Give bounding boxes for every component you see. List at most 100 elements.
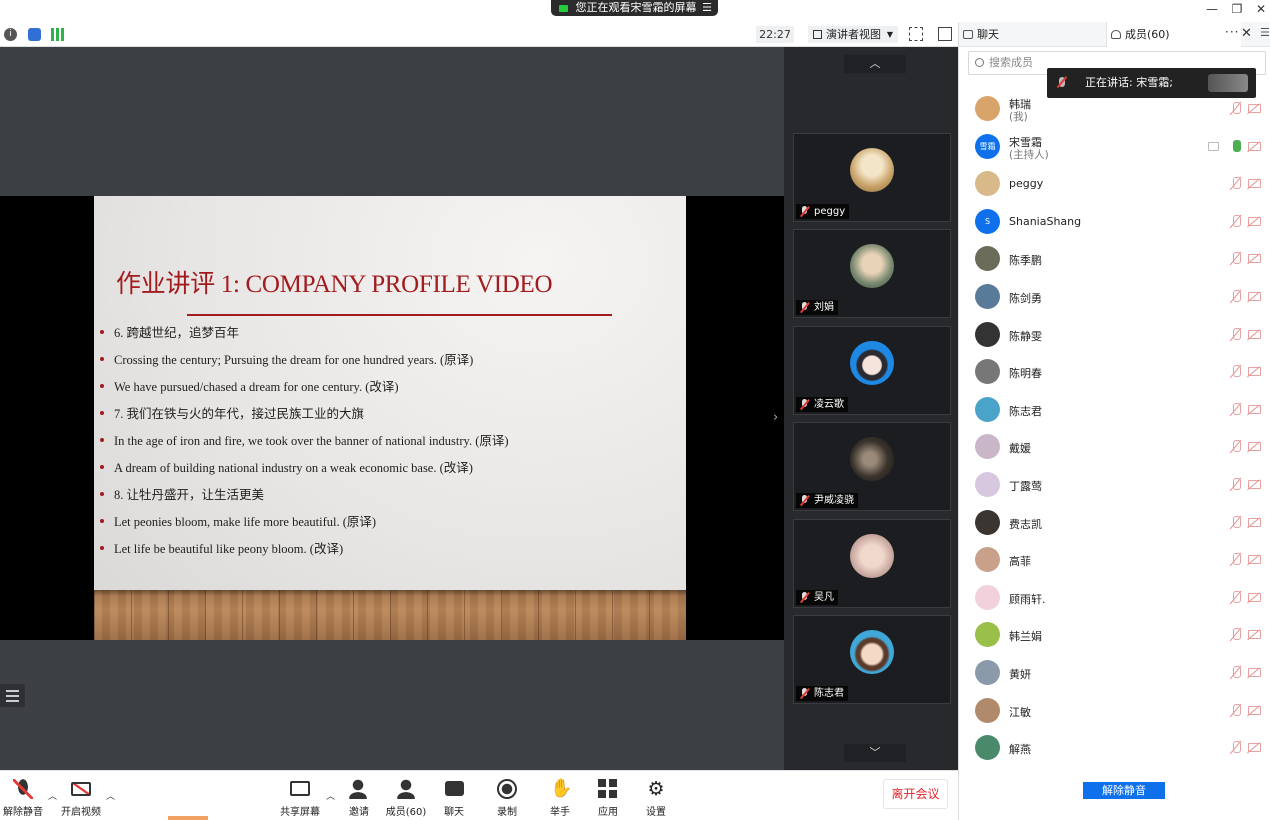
muted-mic-icon[interactable] — [1230, 252, 1242, 266]
video-tile[interactable]: 尹威凌骁 — [793, 422, 951, 511]
member-row[interactable]: 江敏 — [959, 692, 1270, 730]
video-tile[interactable]: 陈志君 — [793, 615, 951, 704]
video-off-icon[interactable] — [1248, 592, 1261, 602]
speaker-view-icon — [813, 30, 822, 39]
video-off-icon[interactable] — [1248, 179, 1261, 189]
video-tile[interactable]: 凌云歌 — [793, 326, 951, 415]
video-tile[interactable]: 吴凡 — [793, 519, 951, 608]
member-row[interactable]: 黄妍 — [959, 654, 1270, 692]
shared-screen: 作业讲评 1: COMPANY PROFILE VIDEO 6. 跨越世纪，追梦… — [0, 196, 784, 640]
muted-mic-icon[interactable] — [1230, 665, 1242, 680]
invite-button[interactable]: 邀请 — [334, 779, 384, 818]
more-icon[interactable]: ··· — [1225, 25, 1239, 39]
chevron-right-icon[interactable]: › — [773, 410, 778, 425]
muted-mic-icon[interactable] — [1230, 515, 1242, 530]
close-icon[interactable]: ✕ — [1254, 2, 1268, 16]
member-row[interactable]: 陈明春 — [959, 353, 1270, 391]
video-off-icon[interactable] — [1248, 254, 1261, 264]
screen-share-notice[interactable]: 您正在观看宋雪霜的屏幕 ☰ — [551, 0, 718, 16]
muted-mic-icon[interactable] — [1230, 214, 1242, 229]
raise-hand-button[interactable]: ✋ 举手 — [535, 779, 585, 819]
member-row[interactable]: 丁露莺 — [959, 466, 1270, 504]
member-row[interactable]: 陈季鹏 — [959, 240, 1270, 278]
member-avatar — [975, 321, 1000, 347]
menu-icon[interactable]: ☰ — [702, 0, 712, 16]
video-off-icon[interactable] — [1248, 442, 1261, 452]
muted-mic-icon — [800, 206, 809, 217]
video-tile[interactable]: peggy — [793, 133, 951, 222]
video-off-icon[interactable] — [1248, 555, 1261, 565]
member-row[interactable]: 解燕 — [959, 729, 1270, 767]
mic-icon[interactable] — [1230, 139, 1242, 154]
chat-icon — [963, 30, 973, 39]
member-row[interactable]: 陈志君 — [959, 391, 1270, 429]
muted-mic-icon[interactable] — [1230, 289, 1242, 304]
apps-button[interactable]: 应用 — [583, 779, 633, 818]
muted-mic-icon[interactable] — [1230, 365, 1242, 379]
menu-icon[interactable]: ☰ — [1260, 26, 1270, 39]
muted-mic-icon[interactable] — [1230, 102, 1242, 116]
muted-mic-icon[interactable] — [1230, 402, 1242, 417]
leave-meeting-button[interactable]: 离开会议 — [883, 779, 948, 809]
video-off-icon[interactable] — [1248, 743, 1261, 753]
muted-mic-icon[interactable] — [1230, 327, 1242, 342]
tab-chat[interactable]: 聊天 — [959, 22, 1106, 47]
member-row[interactable]: 陈剑勇 — [959, 278, 1270, 316]
muted-mic-icon[interactable] — [1230, 703, 1242, 718]
start-video-button[interactable]: 开启视频 — [56, 779, 106, 818]
video-off-icon[interactable] — [1248, 141, 1261, 151]
signal-icon[interactable] — [51, 28, 64, 41]
muted-mic-icon[interactable] — [1230, 590, 1242, 605]
unmute-button[interactable]: 解除静音 — [0, 779, 48, 818]
close-icon[interactable]: ✕ — [1241, 26, 1252, 41]
video-off-icon[interactable] — [1248, 479, 1261, 489]
member-avatar — [975, 509, 1000, 535]
chevron-down-icon[interactable]: ﹀ — [844, 744, 906, 762]
settings-button[interactable]: ⚙ 设置 — [631, 779, 681, 818]
member-row[interactable]: 高菲 — [959, 541, 1270, 579]
record-button[interactable]: 录制 — [482, 779, 532, 818]
video-off-icon[interactable] — [1248, 104, 1261, 113]
video-off-icon[interactable] — [1248, 291, 1261, 301]
muted-mic-icon[interactable] — [1230, 177, 1242, 191]
meeting-clock: 22:27 — [756, 26, 794, 43]
member-row[interactable]: 戴媛 — [959, 428, 1270, 466]
member-row[interactable]: 顾雨轩. — [959, 579, 1270, 617]
chat-button[interactable]: 聊天 — [429, 779, 479, 818]
video-off-icon[interactable] — [1248, 404, 1261, 414]
tab-members[interactable]: 成员(60) — [1106, 22, 1241, 47]
muted-mic-icon[interactable] — [1230, 741, 1242, 755]
video-off-icon[interactable] — [1248, 705, 1261, 715]
video-off-icon[interactable] — [1248, 517, 1261, 527]
list-icon[interactable] — [0, 684, 25, 707]
restore-icon[interactable]: ❐ — [1230, 2, 1244, 16]
muted-mic-icon[interactable] — [1230, 628, 1242, 642]
video-off-icon[interactable] — [1248, 630, 1261, 640]
muted-mic-icon[interactable] — [1230, 477, 1242, 492]
fullscreen-icon[interactable] — [909, 27, 923, 41]
video-off-icon[interactable] — [1248, 216, 1261, 226]
member-row[interactable]: 陈静雯 — [959, 316, 1270, 354]
unmute-all-button[interactable]: 解除静音 — [1083, 782, 1165, 799]
muted-mic-icon[interactable] — [1230, 440, 1242, 454]
video-off-icon[interactable] — [1248, 329, 1261, 339]
member-row[interactable]: 韩兰娟 — [959, 616, 1270, 654]
member-row[interactable]: 费志凯 — [959, 504, 1270, 542]
member-row[interactable]: S ShaniaShang — [959, 203, 1270, 241]
minimize-icon[interactable]: — — [1205, 2, 1219, 16]
video-off-icon[interactable] — [1248, 667, 1261, 677]
layout-icon[interactable] — [938, 27, 952, 41]
member-row[interactable]: peggy — [959, 165, 1270, 203]
video-off-icon[interactable] — [1248, 367, 1261, 377]
members-button[interactable]: 成员(60) — [381, 779, 431, 818]
chevron-up-icon[interactable]: ︿ — [106, 789, 115, 802]
share-screen-button[interactable]: 共享屏幕 — [275, 779, 325, 818]
member-row[interactable]: 韩瑞 (我) — [959, 90, 1270, 128]
shield-icon[interactable] — [28, 28, 41, 41]
muted-mic-icon[interactable] — [1230, 553, 1242, 567]
chevron-up-icon[interactable]: ︿ — [844, 55, 906, 73]
member-row[interactable]: 雪霜 宋雪霜 (主持人) — [959, 128, 1270, 166]
info-icon[interactable]: i — [4, 28, 17, 41]
video-tile[interactable]: 刘娟 — [793, 229, 951, 318]
view-mode-select[interactable]: 演讲者视图 ▼ — [808, 26, 898, 43]
